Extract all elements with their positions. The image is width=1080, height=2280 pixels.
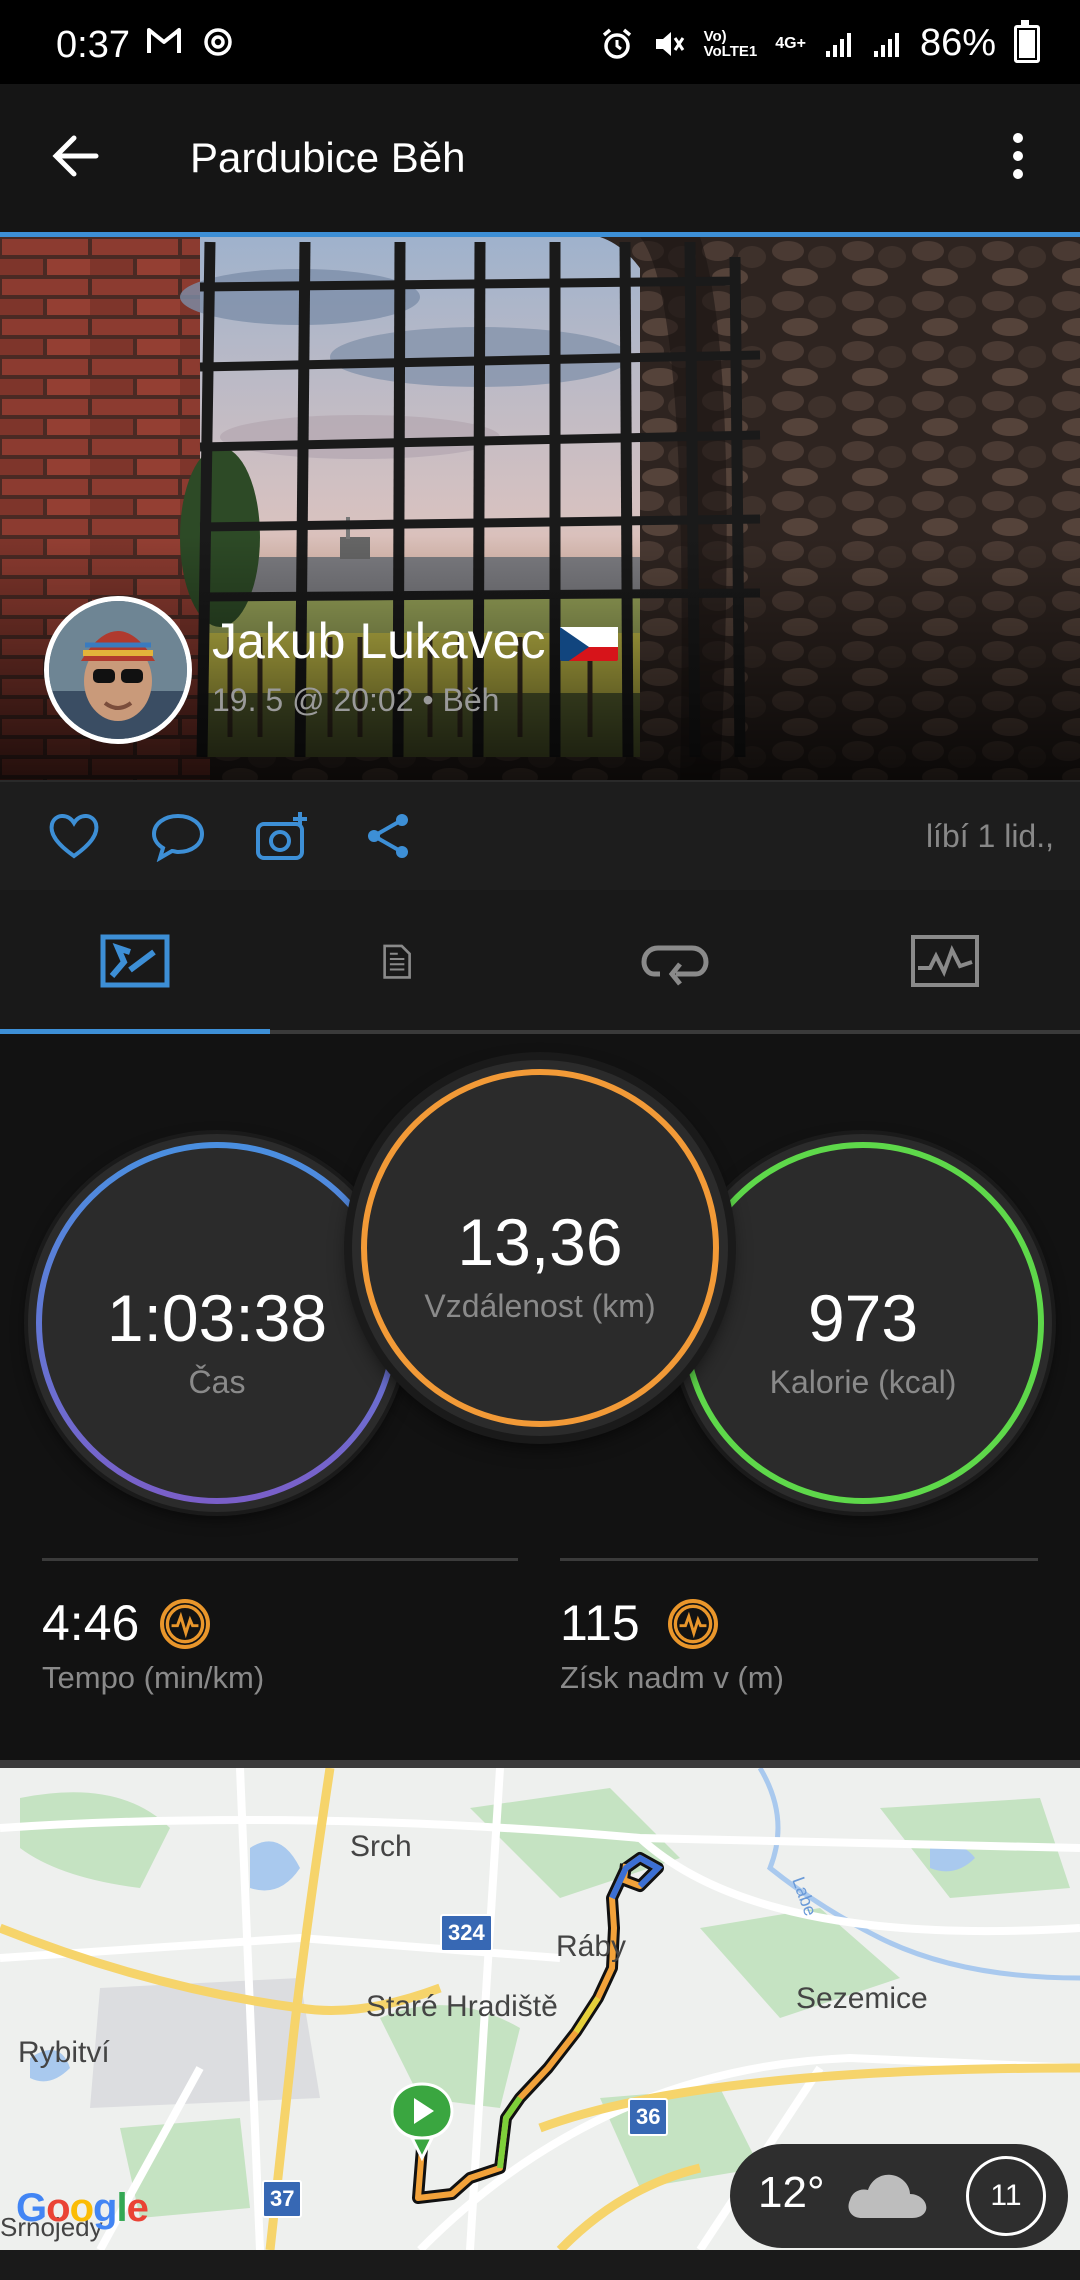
- navigation-bar: [0, 2250, 1080, 2280]
- mute-icon: [655, 31, 684, 56]
- map-divider: [0, 1760, 1080, 1768]
- calories-value: 973: [807, 1281, 919, 1355]
- map-label-sezemice: Sezemice: [796, 1982, 928, 2015]
- summary-map-icon: [100, 934, 170, 988]
- heart-rate-icon: [160, 1599, 210, 1649]
- heart-rate-icon: [668, 1599, 718, 1649]
- notification-icons: [146, 26, 234, 58]
- activity-meta: 19. 5 @ 20:02 • Běh: [212, 682, 500, 718]
- pace-label: Tempo (min/km): [42, 1660, 265, 1695]
- road-shield-36: 36: [628, 2098, 669, 2136]
- status-bar: 0:37 Vo) VoLTE1 4G+ 86%: [0, 0, 1080, 84]
- battery-icon: [1014, 19, 1040, 63]
- alarm-icon: [602, 28, 631, 59]
- volte-indicator: Vo) VoLTE1: [703, 27, 758, 60]
- map-label-rybitvi: Rybitví: [18, 2036, 110, 2069]
- pace-divider: [42, 1558, 518, 1561]
- signal-icon-2: [873, 32, 899, 57]
- back-arrow-icon[interactable]: [44, 124, 108, 188]
- distance-label: Vzdálenost (km): [424, 1288, 656, 1324]
- map-label-raby: Ráby: [556, 1930, 627, 1963]
- like-icon[interactable]: [46, 810, 102, 862]
- likes-count[interactable]: líbí 1 lid.,: [926, 818, 1054, 855]
- gmail-icon: [147, 28, 181, 53]
- avatar[interactable]: [44, 596, 192, 744]
- garmin-sync-icon: [204, 28, 232, 56]
- tab-details[interactable]: [270, 890, 540, 1030]
- add-photo-icon[interactable]: [254, 810, 310, 862]
- charts-graph-icon: [911, 935, 979, 987]
- elevation-value: 115: [560, 1595, 640, 1651]
- owner-name-text: Jakub Lukavec: [212, 613, 546, 669]
- battery-level: [1019, 29, 1035, 58]
- tab-charts[interactable]: [810, 890, 1080, 1030]
- calories-label: Kalorie (kcal): [769, 1364, 957, 1400]
- time-ring: 1:03:38 Čas: [28, 1134, 406, 1512]
- action-bar: líbí 1 lid.,: [0, 780, 1080, 892]
- weather-badge: 11: [966, 2156, 1046, 2236]
- google-logo: Google: [16, 2186, 149, 2230]
- laps-loop-icon: [641, 945, 709, 986]
- distance-ring: 13,36 Vzdálenost (km): [352, 1060, 728, 1436]
- network-type-indicator: 4G+: [775, 34, 806, 52]
- tab-bar: [0, 890, 1080, 1034]
- app-bar: Pardubice Běh: [0, 84, 1080, 237]
- owner-name[interactable]: Jakub Lukavec: [212, 612, 618, 670]
- comment-icon[interactable]: [150, 810, 206, 862]
- system-icons: Vo) VoLTE1 4G+ 86%: [600, 19, 1040, 65]
- weather-temperature: 12°: [758, 2168, 825, 2217]
- details-document-icon: [383, 944, 411, 979]
- map-label-stare-hradiste: Staré Hradiště: [366, 1990, 558, 2023]
- signal-icon: [825, 32, 851, 57]
- battery-percent: 86%: [919, 22, 996, 64]
- tab-laps[interactable]: [540, 890, 810, 1030]
- pace-value: 4:46: [42, 1595, 140, 1651]
- page-title: Pardubice Běh: [190, 134, 466, 181]
- time-value: 1:03:38: [106, 1281, 328, 1355]
- tab-summary[interactable]: [0, 890, 270, 1034]
- map-label-srch: Srch: [350, 1830, 412, 1863]
- cloud-icon: [848, 2174, 927, 2218]
- elevation-divider: [560, 1558, 1038, 1561]
- share-icon[interactable]: [360, 810, 416, 862]
- status-time: 0:37: [56, 24, 130, 66]
- elevation-label: Získ nadm v (m): [560, 1660, 784, 1695]
- weather-widget[interactable]: 12° 11: [730, 2144, 1068, 2248]
- stats-panel: 1:03:38 Čas 973 Kalorie (kcal) 13,36 Vzd…: [0, 1034, 1080, 1760]
- distance-value: 13,36: [457, 1205, 623, 1279]
- calories-ring: 973 Kalorie (kcal): [674, 1134, 1052, 1512]
- road-shield-324: 324: [440, 1914, 493, 1952]
- road-shield-37: 37: [262, 2180, 303, 2218]
- more-options-icon[interactable]: [986, 124, 1050, 188]
- time-label: Čas: [188, 1364, 246, 1400]
- czech-flag-icon: [559, 621, 618, 661]
